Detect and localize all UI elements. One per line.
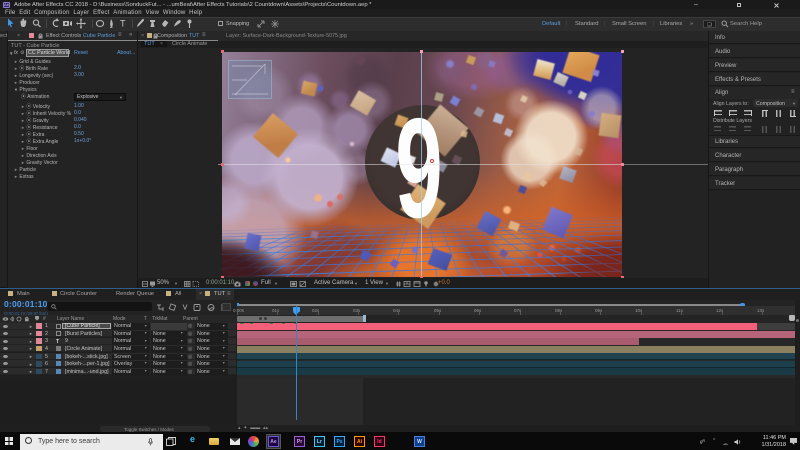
svg-text:T: T [120,19,126,29]
